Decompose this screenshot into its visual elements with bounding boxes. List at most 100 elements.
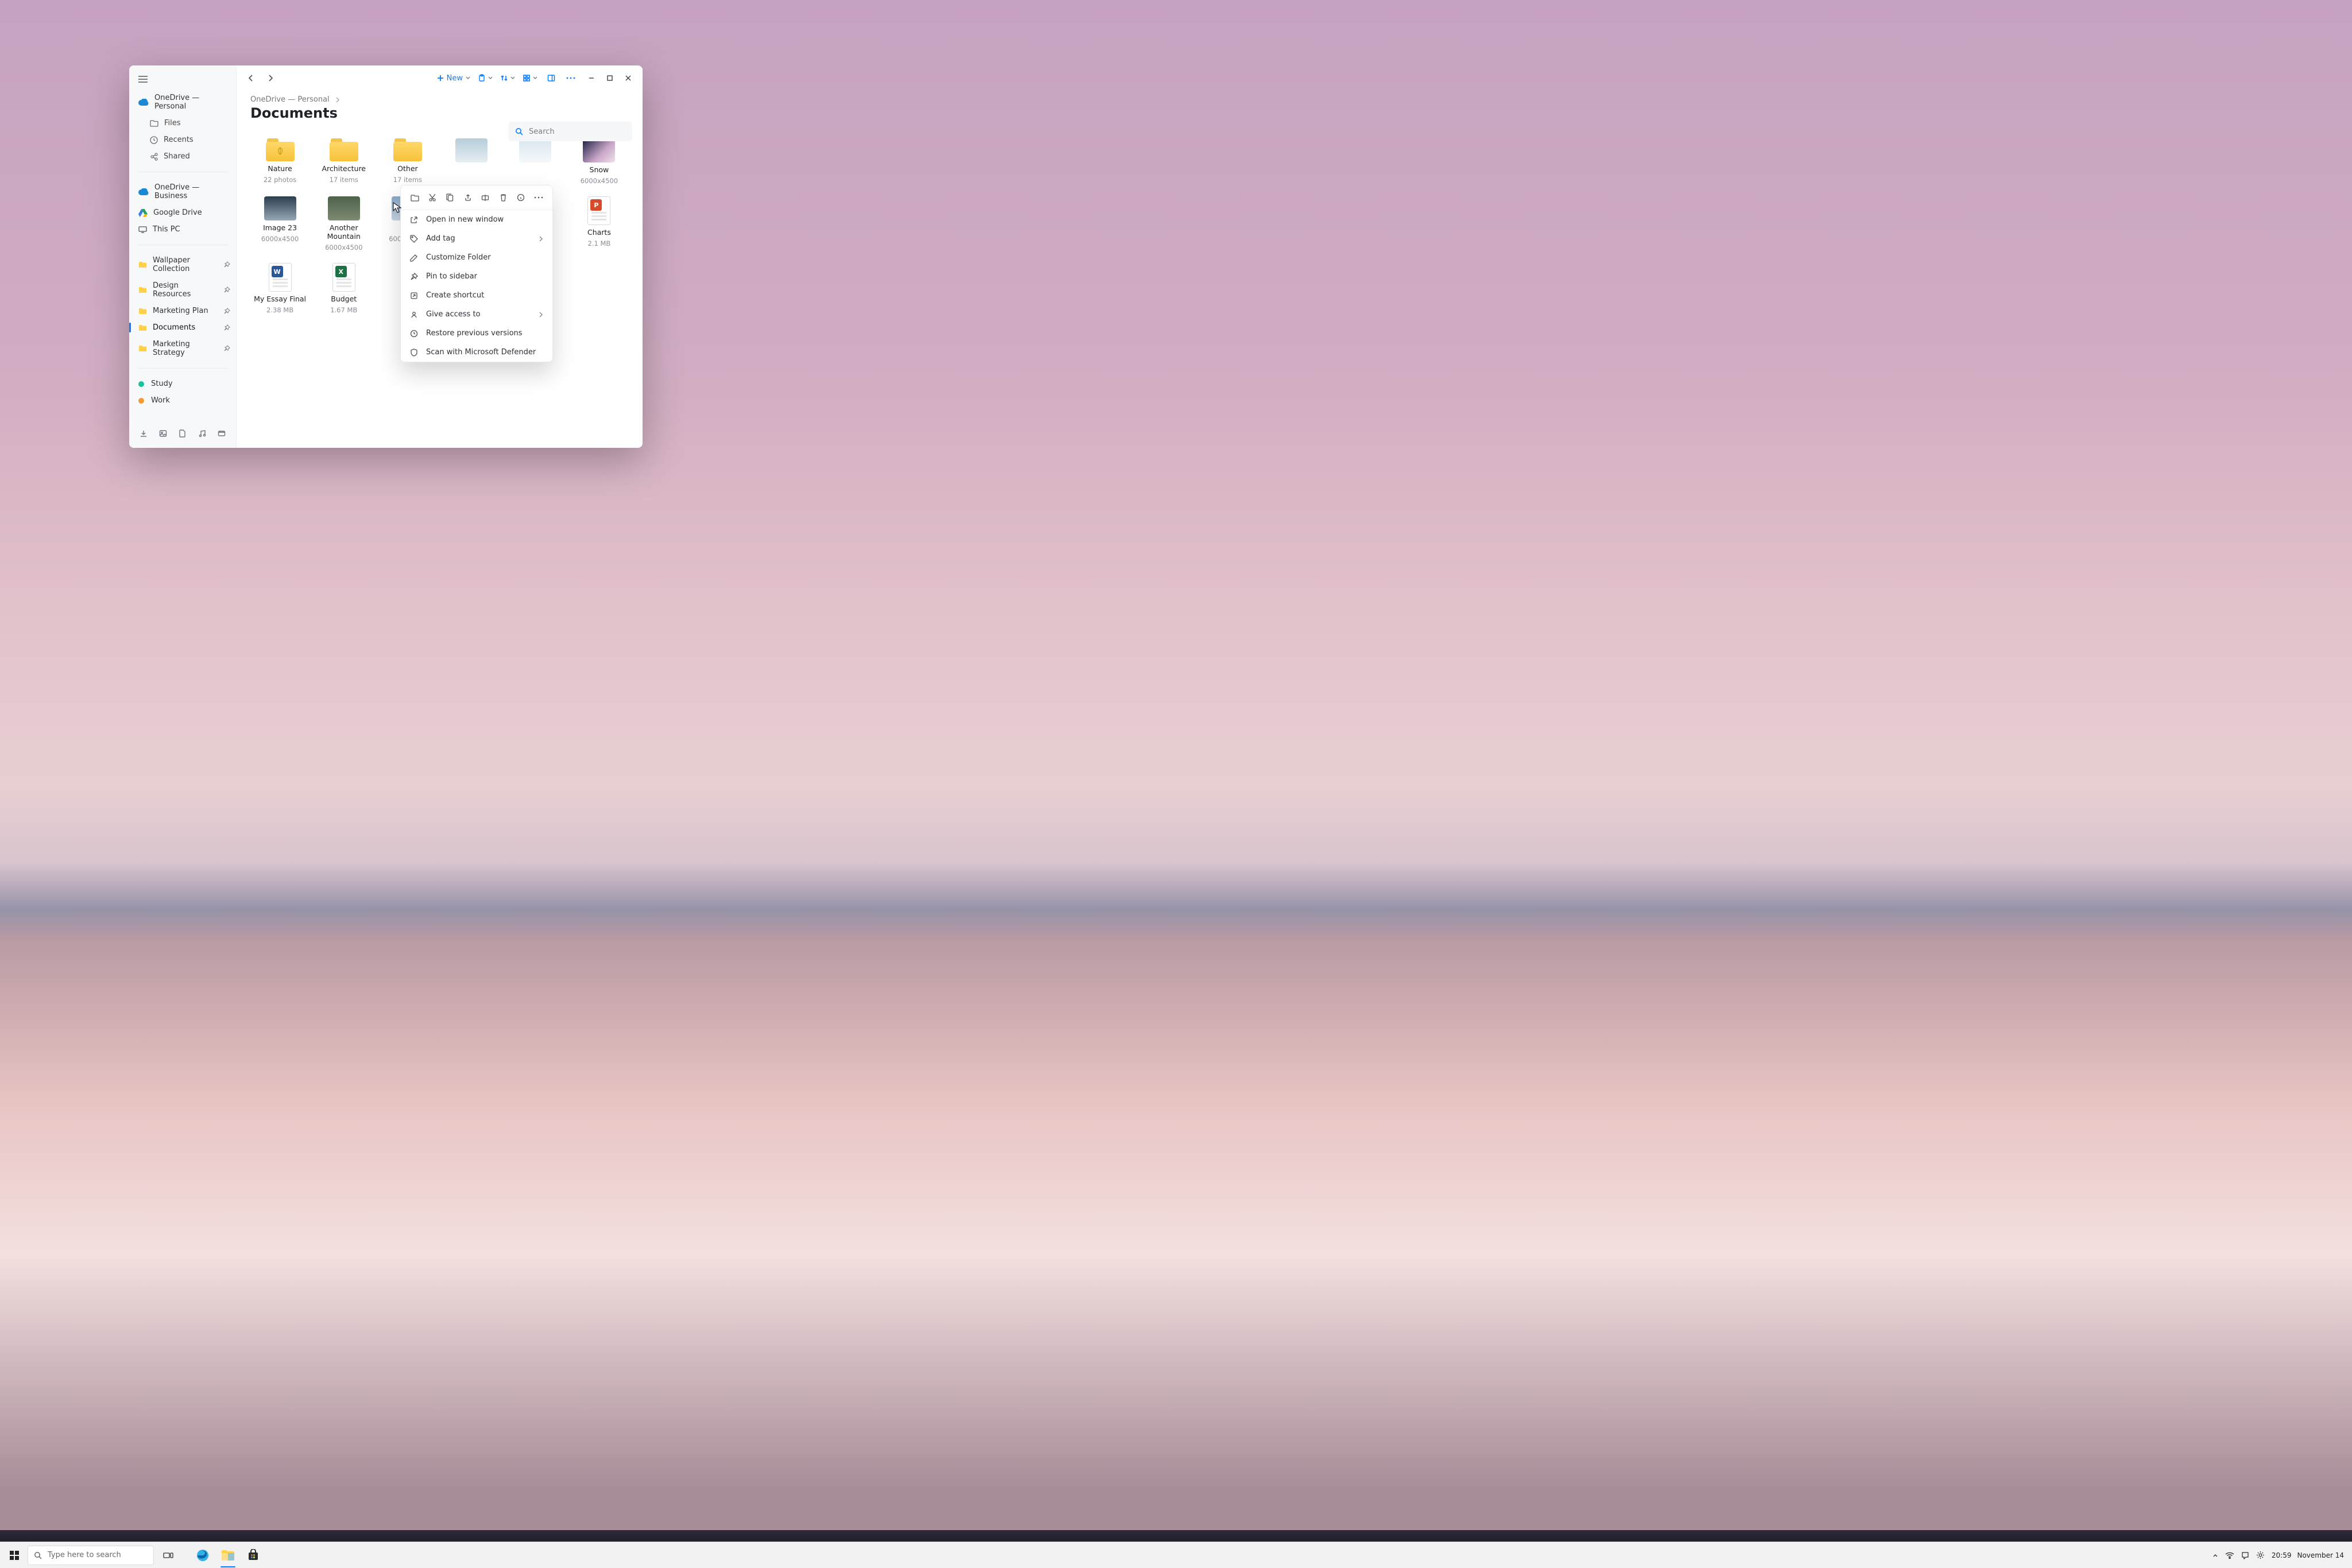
new-button[interactable]: New [434,69,473,87]
tile-3[interactable] [439,138,503,185]
tile-13[interactable]: X Budget 1.67 MB [312,263,376,314]
sidebar-tag-0[interactable]: Study [129,375,236,392]
tag-icon [410,235,418,243]
ctx-item-2[interactable]: Customize Folder [401,248,552,267]
sort-button[interactable] [498,69,518,87]
sidebar-pin-1[interactable]: Design Resources [129,277,236,303]
tile-meta: 6000x4500 [581,177,618,185]
ctx-item-3[interactable]: Pin to sidebar [401,267,552,286]
music-icon[interactable] [194,425,211,442]
view-button[interactable] [520,69,540,87]
tray-chevron-icon[interactable] [2212,1552,2218,1558]
videos-icon[interactable] [213,425,230,442]
tray-wifi-icon[interactable] [2225,1552,2234,1559]
tile-1[interactable]: Architecture 17 items [312,138,376,185]
tray-date[interactable]: November 14 [2297,1551,2344,1559]
ctx-share-icon[interactable] [460,190,476,205]
file-icon: W [269,263,292,292]
tray-settings-icon[interactable] [2256,1551,2265,1559]
tile-11[interactable]: P Charts 2.1 MB [567,196,631,251]
tray-time[interactable]: 20:59 [2272,1551,2292,1559]
tile-12[interactable]: W My Essay Final 2.38 MB [248,263,312,314]
more-button[interactable] [562,69,579,87]
ctx-item-label: Give access to [426,310,481,319]
tile-name: Other [397,164,418,173]
ctx-item-5[interactable]: Give access to [401,305,552,324]
taskbar-app-explorer[interactable] [217,1544,239,1566]
ctx-item-label: Open in new window [426,215,504,224]
tile-0[interactable]: Nature 22 photos [248,138,312,185]
taskbar-search[interactable]: Type here to search [28,1546,154,1565]
ctx-properties-icon[interactable] [513,190,529,205]
pictures-icon[interactable] [154,425,172,442]
ctx-item-7[interactable]: Scan with Microsoft Defender [401,343,552,362]
breadcrumb-root[interactable]: OneDrive — Personal [250,95,330,104]
sidebar-pin-4[interactable]: Marketing Strategy [129,336,236,361]
taskview-button[interactable] [157,1544,179,1566]
sidebar-item-onedrive-personal[interactable]: OneDrive — Personal [129,90,236,115]
window-minimize-button[interactable] [583,69,600,87]
tray-notifications-icon[interactable] [2241,1551,2249,1559]
folder-icon [393,138,422,161]
pin-icon [410,273,418,281]
sidebar-sub-files[interactable]: Files [129,115,236,131]
tile-name: Another Mountain [312,223,376,241]
sidebar-pin-2[interactable]: Marketing Plan [129,303,236,319]
context-menu: Open in new window Add tag Customize Fol… [400,185,553,362]
tile-5[interactable]: Snow 6000x4500 [567,138,631,185]
ctx-item-0[interactable]: Open in new window [401,210,552,229]
folder-icon [266,138,295,161]
tile-2[interactable]: Other 17 items [376,138,439,185]
image-thumbnail [455,138,488,162]
breadcrumb[interactable]: OneDrive — Personal [237,91,643,104]
tile-6[interactable]: Image 23 6000x4500 [248,196,312,251]
info-pane-button[interactable] [543,69,560,87]
ctx-delete-icon[interactable] [495,190,511,205]
tile-4[interactable] [504,138,567,185]
sidebar-sub-recents[interactable]: Recents [129,131,236,148]
back-button[interactable] [242,69,260,87]
sidebar-pin-label: Marketing Plan [153,307,208,315]
sidebar-pin-3[interactable]: Documents [129,319,236,336]
paste-button[interactable] [475,69,496,87]
windows-icon [10,1551,19,1560]
downloads-icon[interactable] [135,425,152,442]
sidebar-drive-1[interactable]: Google Drive [129,204,236,221]
window-maximize-button[interactable] [601,69,618,87]
tile-7[interactable]: Another Mountain 6000x4500 [312,196,376,251]
tag-dot-icon [138,381,144,387]
sidebar-sub-shared[interactable]: Shared [129,148,236,165]
ctx-copy-icon[interactable] [442,190,458,205]
desktop-wallpaper: OneDrive — Personal Files Recents Shared… [0,0,2352,1568]
sidebar-pin-label: Wallpaper Collection [153,256,218,273]
ctx-rename-icon[interactable] [477,190,493,205]
ctx-open-icon[interactable] [407,190,423,205]
tile-meta: 22 photos [264,176,296,184]
file-icon: X [332,263,355,292]
ctx-item-6[interactable]: Restore previous versions [401,324,552,343]
forward-button[interactable] [262,69,279,87]
sidebar-pin-0[interactable]: Wallpaper Collection [129,252,236,277]
chevron-right-icon [335,97,340,103]
sidebar-tag-1[interactable]: Work [129,392,236,409]
person-icon [410,311,418,319]
ctx-item-1[interactable]: Add tag [401,229,552,248]
start-button[interactable] [5,1546,24,1565]
sidebar-drive-0[interactable]: OneDrive — Business [129,179,236,204]
taskbar-search-placeholder: Type here to search [48,1551,121,1559]
ctx-cut-icon[interactable] [424,190,440,205]
search-input[interactable]: Search [508,122,632,141]
sidebar-pin-label: Marketing Strategy [153,340,218,357]
ctx-more-icon[interactable] [531,190,547,205]
window-close-button[interactable] [620,69,637,87]
folder-icon [330,138,358,161]
hamburger-icon[interactable] [138,76,227,83]
sidebar-drive-2[interactable]: This PC [129,221,236,238]
ctx-item-label: Scan with Microsoft Defender [426,348,536,357]
ctx-item-4[interactable]: Create shortcut [401,286,552,305]
taskbar-app-store[interactable] [242,1544,264,1566]
documents-icon[interactable] [174,425,191,442]
ctx-item-label: Create shortcut [426,291,484,300]
shield-icon [410,349,418,357]
taskbar-app-edge[interactable] [192,1544,214,1566]
